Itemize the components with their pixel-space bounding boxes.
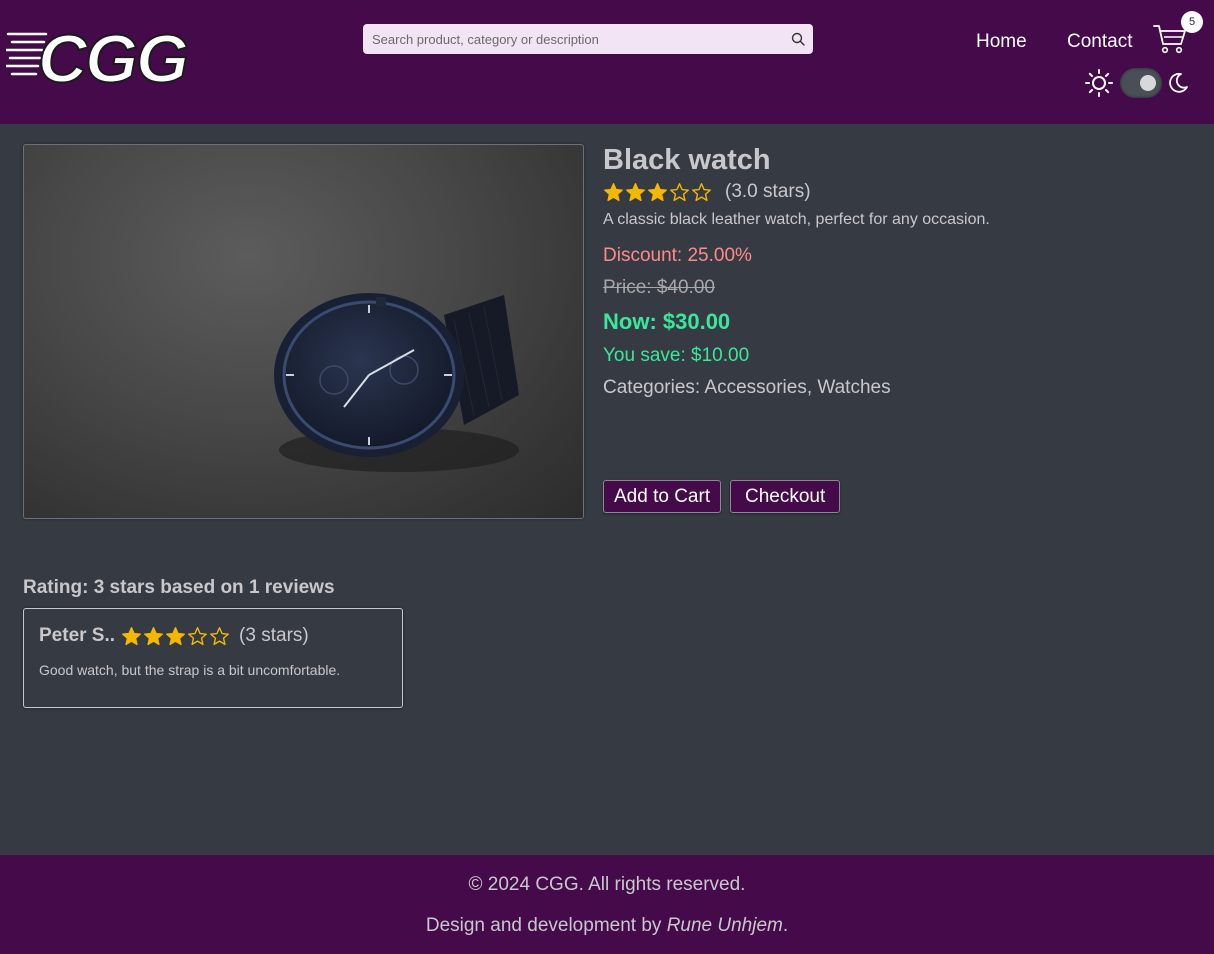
nav-contact-link[interactable]: Contact [1067,31,1132,53]
star-filled-icon [122,626,141,645]
reviewer-name: Peter S.. [39,625,116,646]
cgg-logo[interactable]: CGG [6,20,226,90]
product-rating: (3.0 stars) [603,181,811,203]
star-empty-icon [210,626,229,645]
nav-home-link[interactable]: Home [976,31,1027,53]
credit-author: Rune Unhjem [666,915,783,936]
sun-icon [1085,69,1113,97]
credit-suffix: . [782,915,789,936]
product-categories: Categories: Accessories, Watches [603,377,891,398]
cart-count-badge: 5 [1181,11,1203,33]
credit-prefix: Design and development by [425,915,667,936]
product-image [23,144,584,519]
review-header: Peter S.. (3 stars) [39,625,309,647]
site-footer: © 2024 CGG. All rights reserved. Design … [0,855,1214,954]
star-empty-icon [188,626,207,645]
product-rating-text: (3.0 stars) [725,181,811,202]
star-filled-icon [626,182,645,201]
add-to-cart-button[interactable]: Add to Cart [603,480,722,513]
current-price: Now: $30.00 [603,309,731,334]
review-rating-text: (3 stars) [239,625,309,646]
review-card: Peter S.. (3 stars) Good watch, but the … [23,608,403,708]
logo-text: CGG [38,21,187,90]
credit-line: Design and development by Rune Unhjem. [0,915,1214,937]
site-header: CGG Home Contact 5 [0,0,1214,124]
copyright-text: © 2024 CGG. All rights reserved. [468,874,746,895]
star-empty-icon [670,182,689,201]
star-filled-icon [648,182,667,201]
discount-text: Discount: 25.00% [603,245,752,266]
search-icon[interactable] [783,24,813,54]
search-bar [363,24,813,54]
savings-text: You save: $10.00 [603,345,750,366]
product-description: A classic black leather watch, perfect f… [603,211,990,228]
watch-image [274,293,519,472]
moon-icon [1169,72,1188,93]
star-filled-icon [144,626,163,645]
star-filled-icon [166,626,185,645]
review-text: Good watch, but the strap is a bit uncom… [39,662,341,678]
star-empty-icon [692,182,711,201]
original-price: Price: $40.00 [603,277,715,298]
product-title: Black watch [603,144,771,176]
review-star-rating [121,626,231,647]
rating-summary: Rating: 3 stars based on 1 reviews [23,577,335,598]
theme-switcher [1084,66,1190,100]
checkout-button[interactable]: Checkout [730,480,841,513]
search-input[interactable] [363,24,783,54]
toggle-knob [1140,75,1156,91]
star-filled-icon [604,182,623,201]
dark-mode-toggle[interactable] [1120,68,1162,98]
product-star-rating [603,182,713,203]
